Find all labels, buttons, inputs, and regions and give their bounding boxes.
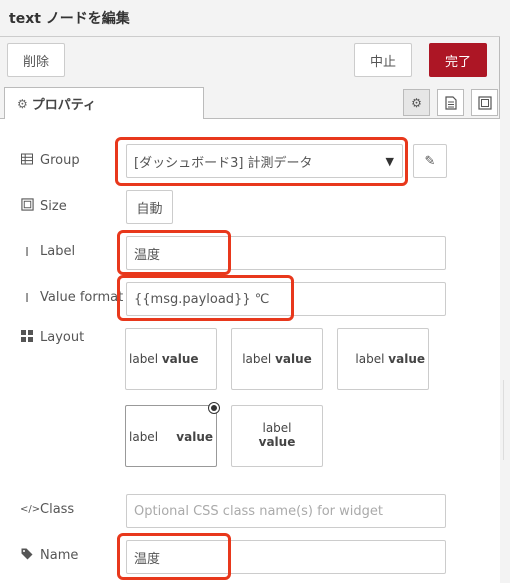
code-icon: </> — [20, 504, 41, 515]
label-row-label: I Label — [20, 244, 75, 259]
size-label: Size — [40, 198, 67, 214]
tab-appearance[interactable] — [471, 89, 498, 116]
highlight-value-format — [117, 275, 294, 321]
layout-option-value: value — [176, 430, 213, 444]
layout-row-label: Layout — [20, 330, 84, 345]
edit-group-button[interactable]: ✎ — [413, 144, 447, 178]
pencil-icon: ✎ — [424, 153, 436, 169]
value-format-label: Value format — [40, 290, 124, 305]
layout-option-value: value — [388, 352, 425, 366]
text-cursor-icon: I — [25, 290, 29, 305]
delete-button[interactable]: 削除 — [7, 43, 65, 77]
cancel-button[interactable]: 中止 — [354, 43, 412, 77]
group-label: Group — [40, 153, 80, 168]
layout-option-label: label — [262, 421, 292, 435]
text-cursor-icon: I — [25, 244, 29, 259]
layout-option-label: label — [355, 352, 385, 366]
layout-option-5[interactable]: label value — [231, 405, 323, 467]
layout-option-2[interactable]: label value — [231, 328, 323, 390]
table-icon — [20, 153, 34, 168]
layout-label: Layout — [40, 330, 85, 345]
document-icon — [444, 95, 457, 110]
scrollbar[interactable] — [500, 0, 510, 583]
tab-settings[interactable]: ⚙ — [403, 89, 430, 116]
size-row-label: Size — [20, 198, 67, 214]
layout-option-label: label — [242, 352, 272, 366]
dialog-title: text ノードを編集 — [9, 11, 130, 27]
tab-bar: ⚙ プロパティ ⚙ — [0, 87, 500, 119]
tag-icon — [20, 548, 34, 563]
name-row-label: Name — [20, 548, 78, 563]
tab-properties-label: プロパティ — [31, 98, 96, 113]
layout-option-value: value — [161, 352, 199, 366]
value-format-row-label: I Value format — [20, 290, 123, 305]
layout-option-label: label — [129, 352, 159, 366]
highlight-label — [117, 230, 231, 275]
highlight-name — [117, 533, 231, 580]
grid-icon — [20, 330, 34, 345]
gear-icon: ⚙ — [411, 95, 422, 110]
frame-icon — [20, 198, 34, 214]
dialog-titlebar: text ノードを編集 — [0, 0, 500, 37]
layout-option-label: label — [129, 430, 159, 444]
done-button[interactable]: 完了 — [429, 43, 487, 77]
layout-option-4[interactable]: label value — [125, 402, 220, 467]
class-row-label: </> Class — [20, 502, 74, 517]
edit-panel: text ノードを編集 削除 中止 完了 ⚙ プロパティ ⚙ Group [ダッ… — [0, 0, 500, 583]
name-label: Name — [40, 548, 79, 563]
scrollbar-thumb[interactable] — [503, 380, 504, 460]
tab-properties[interactable]: ⚙ プロパティ — [4, 87, 204, 119]
layout-option-value: value — [275, 352, 312, 366]
tab-description[interactable] — [437, 89, 464, 116]
class-input[interactable]: Optional CSS class name(s) for widget — [126, 494, 446, 528]
label-label: Label — [40, 244, 76, 259]
selected-radio-icon — [208, 402, 220, 414]
gear-icon: ⚙ — [17, 96, 28, 111]
frame-icon — [477, 95, 492, 110]
highlight-group — [115, 137, 408, 186]
layout-option-1[interactable]: label value — [125, 328, 217, 390]
class-label: Class — [40, 502, 75, 517]
size-button[interactable]: 自動 — [126, 190, 173, 224]
layout-option-value: value — [258, 435, 296, 449]
group-row-label: Group — [20, 153, 80, 168]
layout-option-3[interactable]: label value — [337, 328, 429, 390]
